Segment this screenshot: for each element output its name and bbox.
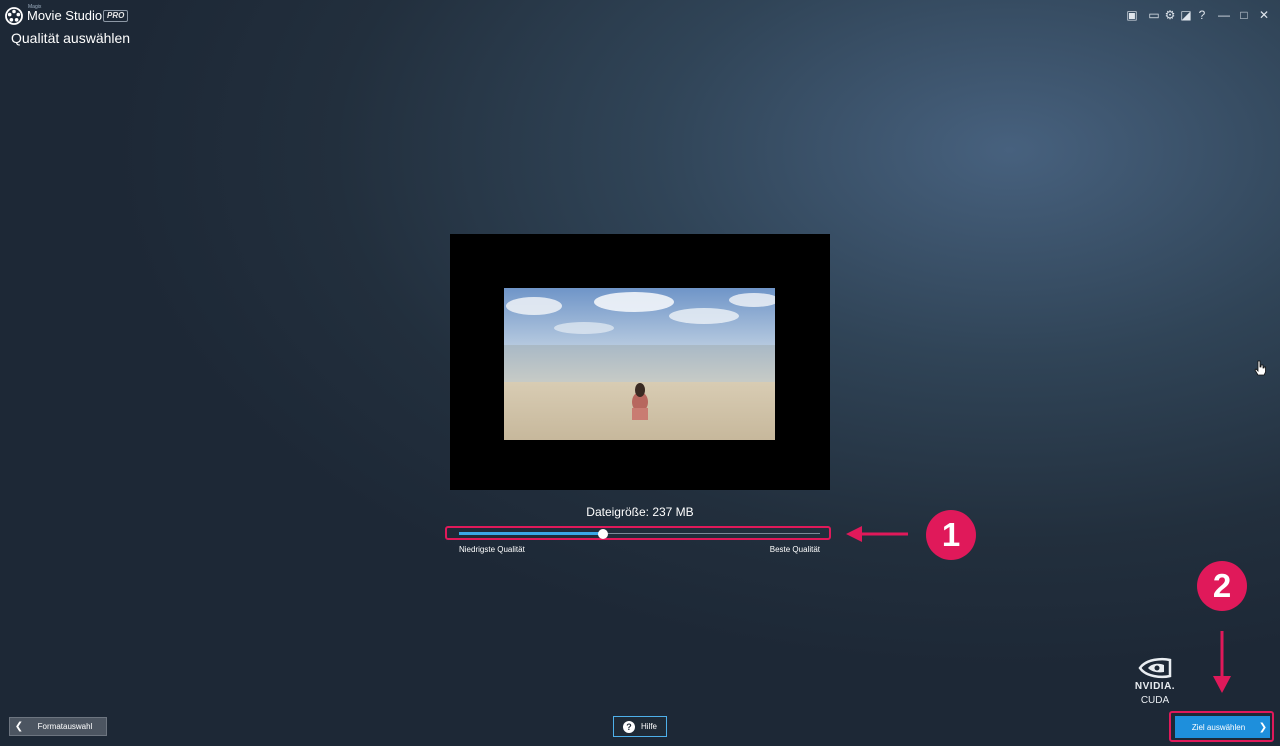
- page-title: Qualität auswählen: [11, 30, 131, 46]
- help-button-label: Hilfe: [640, 722, 657, 731]
- video-preview: [450, 234, 830, 490]
- select-destination-button[interactable]: Ziel auswählen ❯: [1175, 716, 1270, 738]
- back-button-label: Formatauswahl: [37, 722, 93, 731]
- annotation-arrow-down: [1213, 631, 1231, 693]
- quality-slider-fill: [459, 532, 604, 535]
- title-bar: Magix Movie Studio PRO ▣ ▭ ⚙ ◪ ? — □ ✕: [0, 0, 1280, 30]
- nvidia-logo-icon: [1138, 657, 1172, 679]
- annotation-marker-1: 1: [926, 510, 976, 560]
- nvidia-name: NVIDIA.: [1134, 681, 1176, 692]
- gear-icon[interactable]: ⚙: [1162, 7, 1178, 23]
- edition-badge: PRO: [103, 10, 129, 22]
- back-format-button[interactable]: ❮ Formatauswahl: [9, 717, 107, 736]
- film-reel-icon: [5, 7, 23, 25]
- file-size-label: Dateigröße: 237 MB: [586, 505, 694, 519]
- window-controls: ▣ ▭ ⚙ ◪ ? — □ ✕: [1124, 7, 1272, 23]
- annotation-arrow-left: [846, 526, 908, 542]
- preview-image: [504, 288, 775, 440]
- help-icon[interactable]: ?: [1194, 7, 1210, 23]
- maximize-icon[interactable]: □: [1236, 7, 1252, 23]
- minimize-icon[interactable]: —: [1216, 7, 1232, 23]
- question-icon: ?: [622, 720, 635, 733]
- lowest-quality-label: Niedrigste Qualität: [459, 545, 525, 554]
- help-button[interactable]: ? Hilfe: [613, 716, 667, 737]
- next-button-label: Ziel auswählen: [1191, 722, 1246, 732]
- monitor-icon[interactable]: ▭: [1146, 7, 1162, 23]
- chevron-left-icon: ❮: [14, 721, 24, 732]
- annotation-marker-2: 2: [1197, 561, 1247, 611]
- close-icon[interactable]: ✕: [1256, 7, 1272, 23]
- chevron-right-icon: ❯: [1258, 721, 1268, 733]
- nvidia-cuda-badge: NVIDIA. CUDA: [1128, 656, 1182, 706]
- cuda-label: CUDA: [1140, 695, 1170, 706]
- chat-icon[interactable]: ▣: [1124, 7, 1140, 23]
- sync-icon[interactable]: ◪: [1178, 7, 1194, 23]
- app-name: Movie Studio: [27, 8, 103, 23]
- hand-cursor-icon: [1254, 360, 1266, 376]
- best-quality-label: Beste Qualität: [769, 545, 820, 554]
